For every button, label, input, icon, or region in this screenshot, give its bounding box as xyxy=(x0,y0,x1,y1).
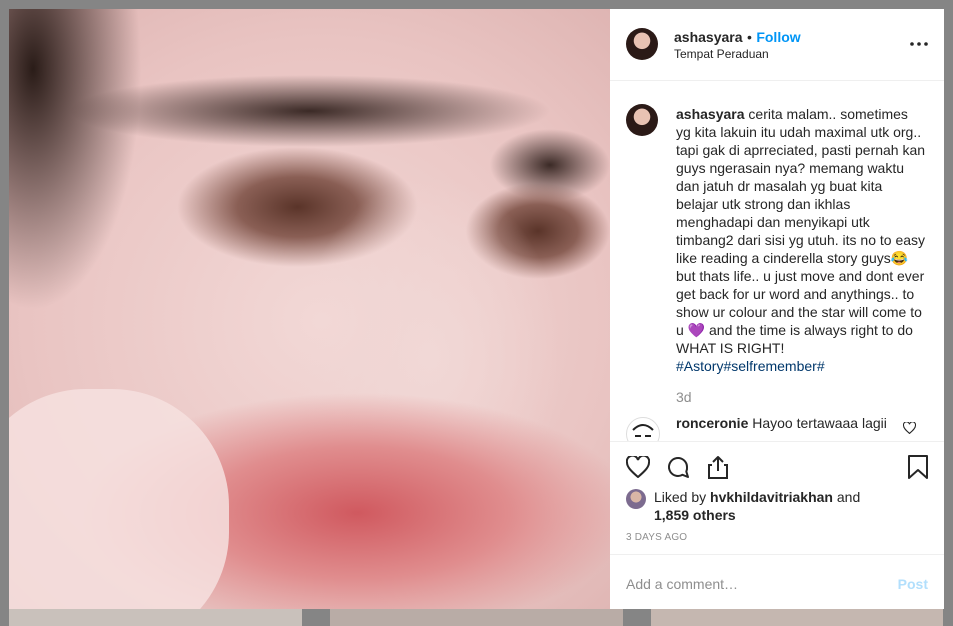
caption: ashasyara cerita malam.. sometimes yg ki… xyxy=(676,105,926,375)
heart-icon[interactable] xyxy=(625,454,651,483)
thumbnail-2[interactable] xyxy=(330,609,623,626)
reply-avatar[interactable] xyxy=(626,417,660,441)
more-dots-icon[interactable] xyxy=(910,35,928,46)
liker-username[interactable]: hvkhildavitriakhan xyxy=(710,489,833,505)
post-photo[interactable] xyxy=(9,9,610,609)
post-date[interactable]: 3 DAYS AGO xyxy=(626,532,687,543)
caption-text: cerita malam.. sometimes yg kita lakuin … xyxy=(676,106,926,266)
bookmark-icon[interactable] xyxy=(908,455,928,484)
thumbnail-1[interactable] xyxy=(9,609,302,626)
post-actions: Liked by hvkhildavitriakhan and 1,859 ot… xyxy=(610,441,944,610)
emoji-laugh: 😂 xyxy=(890,250,909,266)
caption-avatar[interactable] xyxy=(626,104,658,136)
add-comment-bar: Add a comment… Post xyxy=(610,554,944,611)
share-icon[interactable] xyxy=(706,454,730,485)
caption-time: 3d xyxy=(676,389,692,405)
post-button[interactable]: Post xyxy=(898,576,928,592)
photo-hand-area xyxy=(9,389,229,609)
comment-heart-icon[interactable] xyxy=(902,421,917,439)
avatar[interactable] xyxy=(626,28,658,60)
likes-others[interactable]: 1,859 others xyxy=(654,507,736,523)
emoji-heart: 💜 xyxy=(687,322,706,338)
reply-comment: ronceronie Hayoo tertawaaa lagii xyxy=(676,415,887,431)
header-username[interactable]: ashasyara xyxy=(674,29,743,45)
likes-prefix: Liked by xyxy=(654,489,707,505)
comments-list[interactable]: ashasyara cerita malam.. sometimes yg ki… xyxy=(610,81,944,441)
thumbnail-3[interactable] xyxy=(651,609,943,626)
header-separator: • xyxy=(746,29,752,45)
caption-text-3: and the time is always right to do WHAT … xyxy=(676,322,913,356)
comment-icon[interactable] xyxy=(666,455,690,484)
post-sidebar: ashasyara • Follow Tempat Peraduan ashas… xyxy=(610,9,944,609)
liker-avatar[interactable] xyxy=(626,489,646,509)
header-title-row: ashasyara • Follow xyxy=(674,29,801,47)
caption-username[interactable]: ashasyara xyxy=(676,106,745,122)
reply-text: Hayoo tertawaaa lagii xyxy=(752,415,887,431)
caption-hashtags[interactable]: #Astory#selfremember# xyxy=(676,358,825,374)
location-link[interactable]: Tempat Peraduan xyxy=(674,47,769,61)
post-header: ashasyara • Follow Tempat Peraduan xyxy=(610,9,944,81)
likes-summary: Liked by hvkhildavitriakhan and 1,859 ot… xyxy=(654,488,860,524)
reply-username[interactable]: ronceronie xyxy=(676,415,748,431)
likes-and: and xyxy=(836,489,861,505)
follow-button[interactable]: Follow xyxy=(756,29,800,45)
comment-input[interactable]: Add a comment… xyxy=(626,576,738,592)
